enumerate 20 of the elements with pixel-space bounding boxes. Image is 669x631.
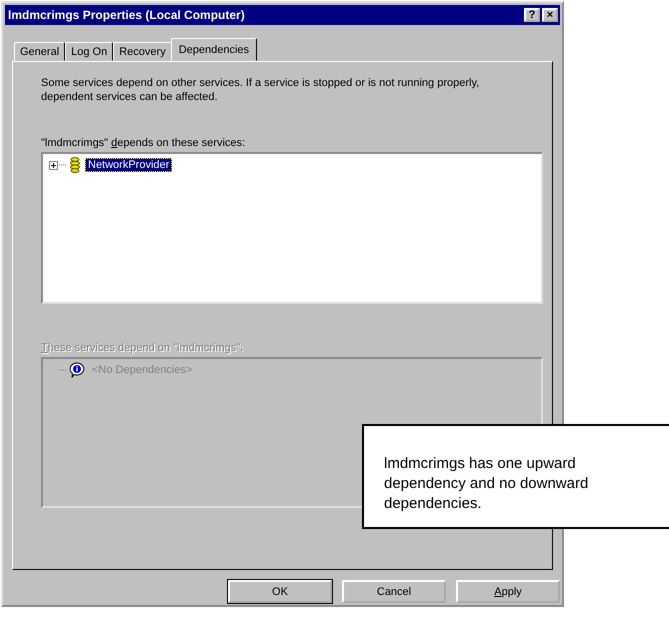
tree-item[interactable]: NetworkProvider [85, 158, 172, 172]
list-label: "lmdmcrimgs" depends on these services: [41, 137, 246, 149]
tab[interactable]: Dependencies [170, 38, 258, 61]
title-bar-button[interactable]: × [542, 8, 558, 22]
info-icon [68, 362, 86, 378]
tab[interactable]: General [14, 42, 66, 61]
tree-line [59, 369, 67, 371]
gear-chain-icon [68, 157, 82, 173]
title-bar-button[interactable]: ? [524, 8, 540, 22]
window-title: lmdmcrimgs Properties (Local Computer) [8, 8, 245, 22]
tab[interactable]: Log On [65, 42, 114, 61]
tab[interactable]: Recovery [113, 42, 172, 61]
description-text: Some services depend on other services. If a service is stopped or is not running properly, dependent services can be affected. [41, 76, 480, 104]
dialog-button[interactable]: OK [228, 580, 332, 603]
tree-view[interactable]: NetworkProvider [41, 152, 543, 304]
dialog-button[interactable]: Cancel [342, 580, 446, 603]
list-label: These services depend on "lmdmcrimgs": [41, 342, 244, 354]
expand-icon[interactable] [49, 160, 58, 170]
dialog-button[interactable]: Apply [456, 580, 560, 603]
tree-line [59, 164, 67, 166]
